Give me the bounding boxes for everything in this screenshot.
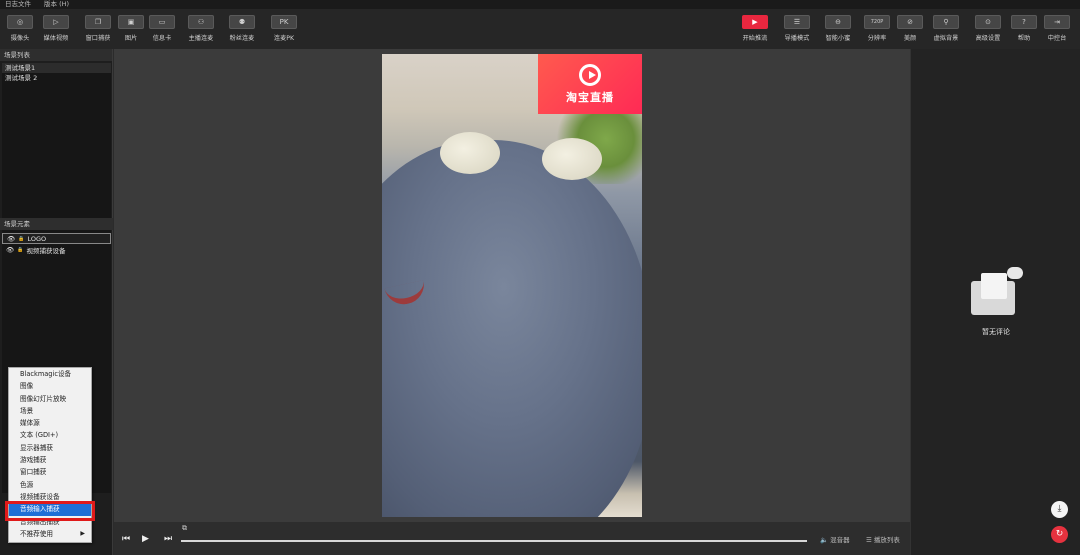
card-icon: ▭: [149, 15, 175, 29]
toolbar: ◎ 摄像头 ▷ 媒体视频 ❐ 窗口捕获 ▣ 图片 ▭ 信息卡 ⚇ 主播连麦 ⚉ 粉丝连麦 PK…: [0, 9, 1080, 49]
director-mode-button[interactable]: ☰ 导播模式: [775, 15, 819, 42]
menu-item-window-capture[interactable]: 窗口捕获: [9, 466, 91, 478]
next-icon[interactable]: ⏭: [164, 534, 172, 544]
menu-log[interactable]: 日志文件: [5, 0, 31, 9]
host-mic-button[interactable]: ⚇ 主播连麦: [179, 15, 223, 42]
menu-item-image[interactable]: 图像: [9, 380, 91, 392]
eye-icon[interactable]: 👁: [6, 246, 14, 254]
lock-icon[interactable]: 🔒: [17, 247, 23, 253]
taobao-live-mark-icon: [579, 63, 601, 86]
window-capture-label: 窗口捕获: [85, 35, 111, 42]
submenu-arrow-icon: ▶: [80, 529, 85, 537]
resolution-icon: 720P: [864, 15, 890, 29]
pk-icon: PK: [271, 15, 297, 29]
console-label: 中控台: [1047, 35, 1067, 42]
menu-item-text-gdi[interactable]: 文本 (GDI+): [9, 429, 91, 441]
plush-toy: [382, 140, 642, 517]
menu-item-deprecated[interactable]: 不推荐使用 ▶: [9, 528, 91, 540]
advanced-settings-label: 高级设置: [975, 35, 1001, 42]
highlight-annotation-box: [5, 501, 95, 521]
menu-item-slideshow[interactable]: 图像幻灯片放映: [9, 393, 91, 405]
scene-elements-title: 场景元素: [0, 218, 113, 230]
pk-label: 连麦PK: [273, 35, 295, 42]
camera-icon: ◎: [7, 15, 33, 29]
list-icon: ☰: [866, 536, 872, 544]
help-label: 帮助: [1017, 35, 1031, 42]
progress-bar[interactable]: [181, 540, 807, 542]
info-card-label: 信息卡: [152, 35, 172, 42]
mixer-button[interactable]: 🔈 混音器: [820, 534, 850, 544]
deprecated-label: 不推荐使用: [20, 529, 53, 538]
element-row[interactable]: 👁 🔒 LOGO: [2, 233, 111, 244]
playlist-button[interactable]: ☰ 播放列表: [866, 534, 900, 544]
speaker-icon: 🔈: [820, 536, 829, 544]
empty-comments-illustration: [969, 267, 1025, 317]
fans-mic-button[interactable]: ⚉ 粉丝连麦: [220, 15, 264, 42]
playlist-toggle-icon[interactable]: ⧉: [182, 524, 187, 533]
menu-item-game-capture[interactable]: 游戏捕获: [9, 454, 91, 466]
start-stream-label: 开始推流: [742, 35, 768, 42]
empty-comments-text: 暂无评论: [982, 328, 1010, 336]
media-video-button[interactable]: ▷ 媒体视频: [34, 15, 78, 42]
taobao-live-logo: 淘宝直播: [538, 54, 642, 114]
assistant-icon: ⊖: [825, 15, 851, 29]
scene-item[interactable]: 测试场景 2: [2, 73, 111, 83]
virtual-bg-icon: ⚲: [933, 15, 959, 29]
menu-item-scene[interactable]: 场景: [9, 405, 91, 417]
beauty-icon: ⊘: [897, 15, 923, 29]
element-label: 视频捕获设备: [26, 246, 66, 255]
info-card-button[interactable]: ▭ 信息卡: [140, 15, 184, 42]
director-icon: ☰: [784, 15, 810, 29]
element-label: LOGO: [27, 234, 47, 243]
image-label: 图片: [124, 35, 138, 42]
element-row[interactable]: 👁 🔒 视频捕获设备: [2, 244, 111, 255]
scene-list-title: 场景列表: [0, 49, 112, 61]
media-video-label: 媒体视频: [43, 35, 69, 42]
mixer-label: 混音器: [830, 536, 850, 544]
previous-icon[interactable]: ⏮: [122, 534, 130, 544]
eye-icon[interactable]: 👁: [7, 235, 15, 243]
start-stream-icon: ▶: [742, 15, 768, 29]
menu-item-color-source[interactable]: 色源: [9, 479, 91, 491]
player-bar: ⧉ ⏮ ▶ ⏭ 🔈 混音器 ☰ 播放列表: [114, 522, 910, 555]
resolution-label: 分辨率: [867, 35, 887, 42]
window-icon: ❐: [85, 15, 111, 29]
camera-label: 摄像头: [10, 35, 30, 42]
refresh-icon[interactable]: ↻: [1051, 526, 1068, 543]
assistant-label: 智能小蜜: [825, 35, 851, 42]
fans-mic-label: 粉丝连麦: [229, 35, 255, 42]
assistant-button[interactable]: ⊖ 智能小蜜: [816, 15, 860, 42]
menu-bar: 日志文件 版本 (H): [0, 0, 1080, 9]
lock-icon[interactable]: 🔒: [18, 236, 24, 242]
beauty-label: 美颜: [903, 35, 917, 42]
menu-item-display-capture[interactable]: 显示器捕获: [9, 442, 91, 454]
pk-button[interactable]: PK 连麦PK: [262, 15, 306, 42]
console-button[interactable]: ⇥ 中控台: [1035, 15, 1079, 42]
virtual-bg-button[interactable]: ⚲ 虚拟背景: [924, 15, 968, 42]
video-preview[interactable]: 淘宝直播: [382, 54, 642, 517]
download-icon[interactable]: ⤓: [1051, 501, 1068, 518]
user-icon: ⚇: [188, 15, 214, 29]
settings-icon: ⊙: [975, 15, 1001, 29]
director-mode-label: 导播模式: [784, 35, 810, 42]
host-mic-label: 主播连麦: [188, 35, 214, 42]
menu-item-blackmagic[interactable]: Blackmagic设备: [9, 368, 91, 380]
fans-icon: ⚉: [229, 15, 255, 29]
play-icon: ▷: [43, 15, 69, 29]
virtual-bg-label: 虚拟背景: [933, 35, 959, 42]
help-icon: ?: [1011, 15, 1037, 29]
menu-item-media-source[interactable]: 媒体源: [9, 417, 91, 429]
console-icon: ⇥: [1044, 15, 1070, 29]
play-icon[interactable]: ▶: [142, 534, 149, 544]
plush-eye-right: [542, 138, 602, 180]
logo-text: 淘宝直播: [566, 90, 614, 104]
plush-eye-left: [440, 132, 500, 174]
playlist-label: 播放列表: [873, 536, 900, 544]
scene-item[interactable]: 测试场景1: [2, 63, 111, 73]
comments-panel: 暂无评论 ⤓ ↻: [910, 49, 1080, 555]
menu-version[interactable]: 版本 (H): [44, 0, 69, 9]
start-stream-button[interactable]: ▶ 开始推流: [733, 15, 777, 42]
